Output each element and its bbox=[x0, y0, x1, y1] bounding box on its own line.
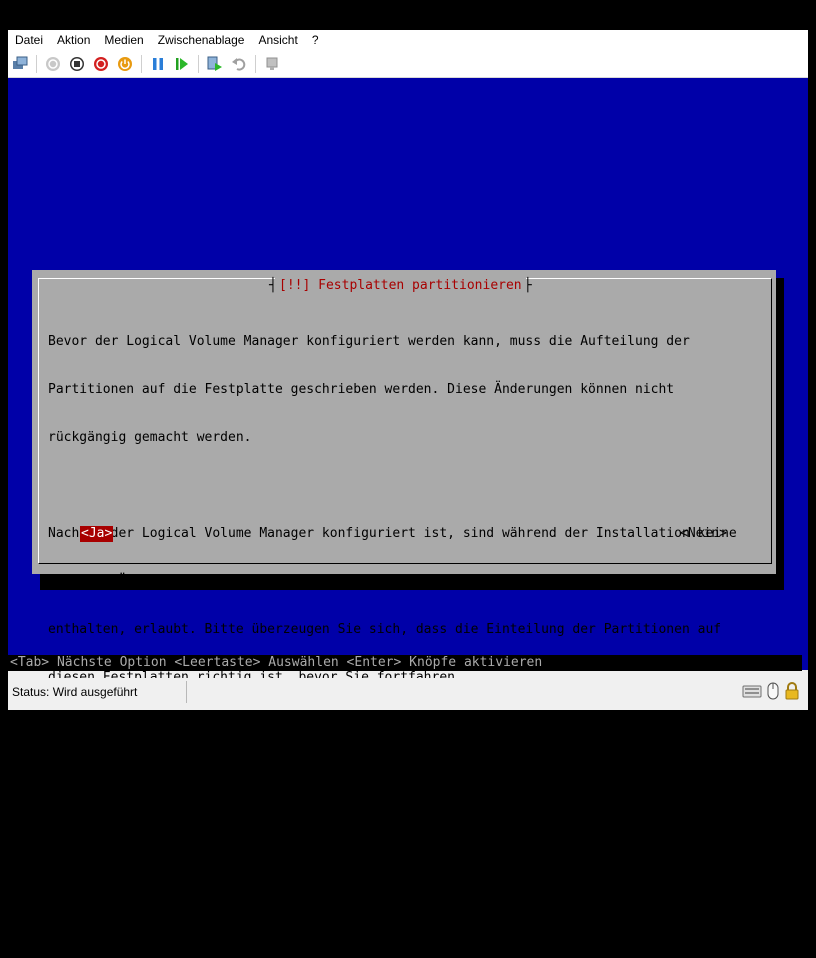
message-line: enthalten, erlaubt. Bitte überzeugen Sie… bbox=[48, 622, 722, 637]
status-text: Status: Wird ausgeführt bbox=[8, 681, 187, 703]
dialog-title: [!!] Festplatten partitionieren bbox=[269, 278, 531, 294]
pause-icon[interactable] bbox=[147, 53, 169, 75]
toolbar-separator bbox=[198, 55, 199, 73]
reset-icon[interactable] bbox=[171, 53, 193, 75]
mouse-icon bbox=[765, 682, 781, 703]
message-line: Nachdem der Logical Volume Manager konfi… bbox=[48, 526, 737, 541]
toolbar-separator bbox=[255, 55, 256, 73]
yes-button[interactable]: <Ja> bbox=[80, 526, 114, 542]
revert-icon[interactable] bbox=[228, 53, 250, 75]
dialog-message: Bevor der Logical Volume Manager konfigu… bbox=[48, 302, 737, 958]
toolbar-separator bbox=[141, 55, 142, 73]
keyboard-icon bbox=[742, 682, 762, 703]
enhanced-session-icon[interactable] bbox=[261, 53, 283, 75]
message-line: Änderungen auf die Speichergeräte schrei… bbox=[48, 910, 542, 925]
menu-datei[interactable]: Datei bbox=[8, 30, 50, 51]
shutdown-icon[interactable] bbox=[90, 53, 112, 75]
partition-dialog: [!!] Festplatten partitionieren Bevor de… bbox=[32, 270, 776, 925]
message-line bbox=[48, 862, 737, 878]
message-line bbox=[48, 478, 737, 494]
start-icon[interactable] bbox=[42, 53, 64, 75]
keyboard-hint: <Tab> Nächste Option <Leertaste> Auswähl… bbox=[8, 655, 802, 671]
toolbar-separator bbox=[36, 55, 37, 73]
message-line: rückgängig gemacht werden. bbox=[48, 430, 252, 445]
menu-aktion[interactable]: Aktion bbox=[50, 30, 97, 51]
power-icon[interactable] bbox=[114, 53, 136, 75]
status-icons bbox=[742, 682, 800, 703]
vm-screen[interactable]: [!!] Festplatten partitionieren Bevor de… bbox=[8, 78, 808, 925]
toolbar bbox=[8, 51, 808, 78]
message-line: Die Partitionstabellen folgender Geräte … bbox=[48, 766, 487, 781]
menu-help[interactable]: ? bbox=[305, 30, 326, 51]
message-line: SCSI3 (0,0,0) (sda) bbox=[48, 814, 221, 829]
no-button[interactable]: <Nein> bbox=[680, 526, 727, 542]
statusbar: Status: Wird ausgeführt bbox=[8, 678, 808, 706]
menu-zwischenablage[interactable]: Zwischenablage bbox=[151, 30, 252, 51]
message-line bbox=[48, 718, 737, 734]
message-line: weiteren Änderungen an der Partitionieru… bbox=[48, 574, 714, 589]
menu-medien[interactable]: Medien bbox=[97, 30, 150, 51]
lock-icon bbox=[784, 682, 800, 703]
message-line: Bevor der Logical Volume Manager konfigu… bbox=[48, 334, 690, 349]
vm-connection-window: Datei Aktion Medien Zwischenablage Ansic… bbox=[8, 30, 808, 925]
menubar: Datei Aktion Medien Zwischenablage Ansic… bbox=[8, 30, 808, 51]
checkpoint-icon[interactable] bbox=[204, 53, 226, 75]
turn-off-icon[interactable] bbox=[66, 53, 88, 75]
menu-ansicht[interactable]: Ansicht bbox=[251, 30, 304, 51]
ctrl-alt-del-icon[interactable] bbox=[9, 53, 31, 75]
message-line: Partitionen auf die Festplatte geschrieb… bbox=[48, 382, 675, 397]
